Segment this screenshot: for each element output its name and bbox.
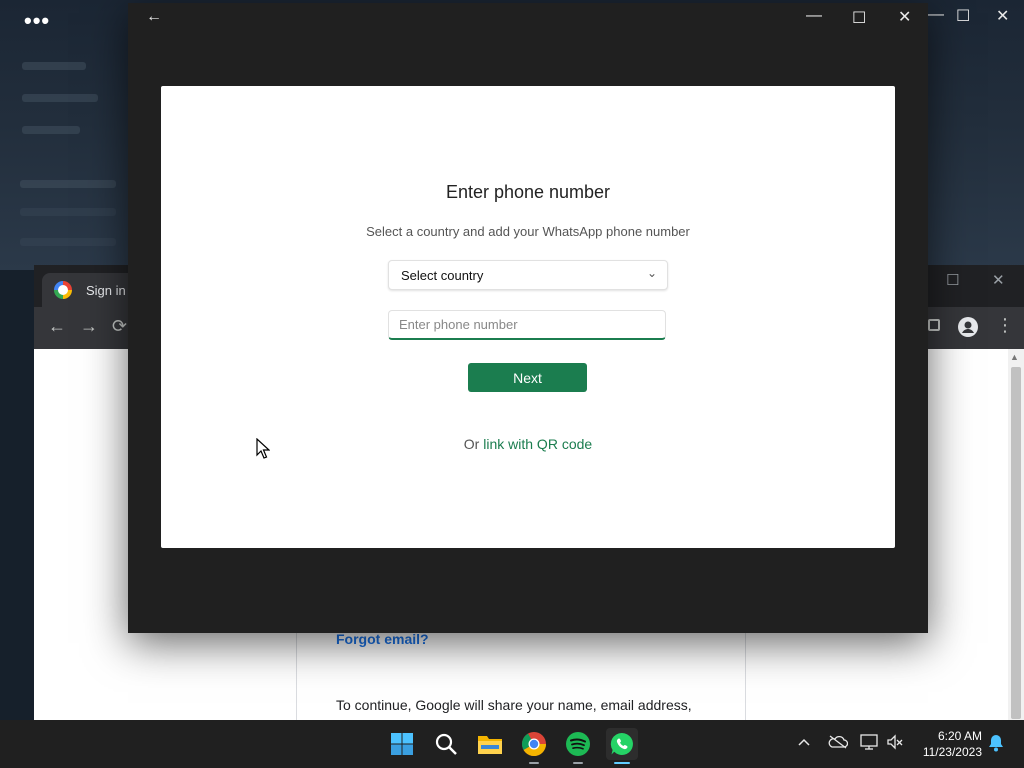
page-subtitle: Select a country and add your WhatsApp p… — [366, 224, 690, 239]
background-nav-item — [22, 126, 80, 134]
profile-avatar-icon[interactable] — [958, 317, 978, 337]
close-icon[interactable]: ✕ — [996, 6, 1009, 26]
qr-link-row: Or link with QR code — [161, 436, 895, 452]
close-icon[interactable]: ✕ — [992, 271, 1005, 289]
show-hidden-icons-chevron-icon[interactable] — [798, 734, 810, 750]
continue-notice-text: To continue, Google will share your name… — [336, 697, 692, 713]
volume-muted-icon[interactable] — [886, 734, 904, 753]
maximize-icon[interactable]: ☐ — [946, 271, 959, 289]
phone-login-card: Enter phone number Select a country and … — [161, 86, 895, 548]
whatsapp-window: ← — ☐ ✕ Enter phone number Select a coun… — [128, 3, 928, 633]
minimize-icon[interactable]: — — [806, 7, 822, 25]
mouse-cursor-icon — [256, 438, 270, 459]
running-indicator — [573, 762, 583, 764]
next-button[interactable]: Next — [468, 363, 587, 392]
notification-bell-icon[interactable] — [988, 734, 1004, 755]
forward-icon[interactable]: → — [80, 316, 98, 337]
background-nav-item — [22, 94, 98, 102]
background-list-item — [20, 208, 116, 216]
maximize-icon[interactable]: ☐ — [956, 6, 970, 26]
maximize-icon[interactable]: ☐ — [852, 8, 866, 28]
active-indicator — [614, 762, 630, 764]
running-indicator — [529, 762, 539, 764]
more-options-icon[interactable]: ••• — [24, 8, 50, 34]
phone-number-input[interactable] — [388, 310, 666, 340]
country-select-value: Select country — [401, 268, 484, 283]
clock-date: 11/23/2023 — [922, 745, 982, 759]
minimize-icon[interactable]: — — [928, 6, 944, 24]
clock-time: 6:20 AM — [937, 729, 982, 743]
page-title: Enter phone number — [445, 182, 611, 202]
chevron-down-icon: ⌄ — [646, 266, 657, 280]
scrollbar-thumb[interactable] — [1011, 367, 1021, 719]
chrome-icon[interactable] — [518, 728, 550, 764]
background-list-item — [20, 238, 116, 246]
side-panel-icon[interactable] — [928, 319, 940, 331]
scroll-up-icon[interactable]: ▲ — [1010, 352, 1019, 362]
search-icon[interactable] — [430, 728, 462, 760]
forgot-email-link[interactable]: Forgot email? — [336, 631, 429, 647]
google-logo-icon — [54, 281, 72, 299]
country-select[interactable]: Select country ⌄ — [388, 260, 668, 290]
background-section-heading — [20, 180, 116, 188]
back-arrow-icon[interactable]: ← — [146, 8, 162, 26]
spotify-icon[interactable] — [562, 728, 594, 764]
back-icon[interactable]: ← — [48, 316, 66, 337]
qr-prefix-text: Or — [463, 436, 484, 452]
taskbar: 6:20 AM 11/23/2023 — [0, 720, 1024, 768]
file-explorer-icon[interactable] — [474, 728, 506, 760]
chrome-menu-icon[interactable]: ⋮ — [996, 315, 1014, 336]
background-nav-item — [22, 62, 86, 70]
onedrive-icon[interactable] — [828, 735, 849, 752]
system-clock[interactable]: 6:20 AM 11/23/2023 — [923, 728, 982, 760]
close-icon[interactable]: ✕ — [898, 7, 911, 27]
background-window-controls: — ☐ ✕ — [928, 0, 1024, 32]
reload-icon[interactable]: ⟳ — [112, 316, 127, 337]
link-with-qr-code[interactable]: link with QR code — [483, 436, 592, 452]
network-icon[interactable] — [860, 734, 878, 753]
whatsapp-icon[interactable] — [606, 728, 638, 764]
start-icon[interactable] — [386, 728, 418, 760]
